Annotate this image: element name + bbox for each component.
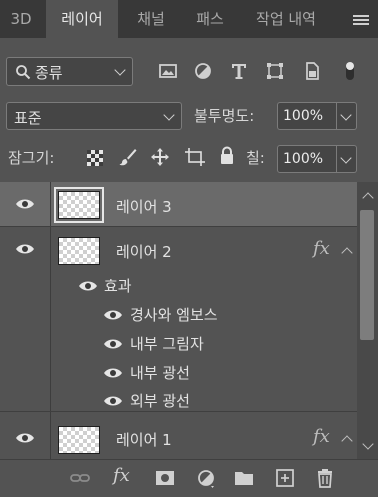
add-layer-style-icon[interactable]: fx: [113, 465, 130, 486]
shape-filter-icon[interactable]: [264, 60, 286, 82]
type-filter-icon[interactable]: [228, 60, 250, 82]
eye-icon[interactable]: [103, 309, 123, 321]
effects-label[interactable]: 효과: [104, 275, 132, 296]
new-group-icon[interactable]: [233, 467, 255, 489]
tab-history[interactable]: 작업 내역: [238, 0, 334, 38]
layer-row[interactable]: 레이어 2 fx: [0, 227, 357, 271]
layers-list: 레이어 3 레이어 2 fx 효과 경사와 엠보스 내부 그림자 내부 광선 외…: [0, 182, 357, 459]
trash-icon[interactable]: [314, 467, 336, 489]
fill-input[interactable]: 100%: [277, 145, 337, 173]
collapse-effects-icon[interactable]: [341, 247, 353, 259]
blend-mode-label: 표준: [14, 109, 42, 127]
filter-kind-label: 종류: [35, 64, 63, 82]
layer-name[interactable]: 레이어 2: [116, 241, 172, 262]
layer-row[interactable]: 레이어 3: [0, 182, 357, 226]
visibility-column: [0, 271, 51, 411]
eye-icon[interactable]: [103, 395, 123, 407]
layer-name[interactable]: 레이어 3: [116, 196, 172, 217]
tab-channels[interactable]: 채널: [120, 0, 182, 38]
new-adjustment-layer-icon[interactable]: [196, 467, 218, 489]
eye-icon[interactable]: [15, 243, 35, 255]
effect-item[interactable]: 내부 그림자: [130, 333, 204, 354]
panel-menu-icon[interactable]: [353, 15, 369, 26]
opacity-dropdown[interactable]: [337, 102, 357, 130]
eye-icon[interactable]: [15, 198, 35, 210]
adjustment-filter-icon[interactable]: [192, 60, 214, 82]
eye-icon[interactable]: [15, 432, 35, 444]
scrollbar-thumb[interactable]: [360, 210, 374, 340]
chevron-down-icon: [114, 64, 126, 76]
expand-effects-icon[interactable]: [341, 435, 353, 447]
fx-icon[interactable]: fx: [313, 426, 330, 447]
fx-icon[interactable]: fx: [313, 238, 330, 259]
new-layer-icon[interactable]: [274, 467, 296, 489]
lock-transparent-pixels-icon[interactable]: [86, 149, 104, 167]
panel-tab-bar: 3D 레이어 채널 패스 작업 내역: [0, 0, 378, 38]
filter-kind-select[interactable]: 종류: [6, 57, 133, 86]
layer-thumbnail[interactable]: [58, 426, 100, 454]
layer-thumbnail[interactable]: [54, 187, 104, 223]
fill-dropdown[interactable]: [337, 145, 357, 173]
lock-artboard-icon[interactable]: [184, 147, 206, 167]
link-layers-icon[interactable]: [69, 467, 91, 489]
eye-icon[interactable]: [103, 338, 123, 350]
fill-label: 칠:: [246, 149, 265, 167]
chevron-down-icon: [340, 109, 352, 121]
tab-3d[interactable]: 3D: [0, 0, 42, 38]
search-icon: [16, 65, 31, 80]
layer-name[interactable]: 레이어 1: [116, 429, 172, 450]
lock-all-icon[interactable]: [219, 146, 235, 166]
layer-row[interactable]: 레이어 1 fx: [0, 412, 357, 459]
effect-item[interactable]: 내부 광선: [130, 362, 190, 383]
tab-layers[interactable]: 레이어: [46, 0, 118, 38]
layer-thumbnail[interactable]: [58, 237, 100, 265]
add-mask-icon[interactable]: [154, 467, 176, 489]
opacity-input[interactable]: 100%: [277, 102, 337, 130]
effect-item[interactable]: 외부 광선: [130, 390, 190, 411]
lock-image-pixels-icon[interactable]: [118, 147, 138, 167]
pixel-filter-icon[interactable]: [157, 60, 179, 82]
lock-label: 잠그기:: [8, 149, 55, 167]
opacity-label: 불투명도:: [194, 107, 255, 125]
chevron-down-icon: [340, 152, 352, 164]
effect-item[interactable]: 경사와 엠보스: [130, 304, 218, 325]
lock-position-icon[interactable]: [150, 147, 170, 167]
eye-icon[interactable]: [103, 367, 123, 379]
eye-icon[interactable]: [78, 280, 98, 292]
chevron-down-icon: [163, 109, 175, 121]
tab-paths[interactable]: 패스: [184, 0, 236, 38]
blend-mode-select[interactable]: 표준: [6, 102, 182, 130]
effects-group: 효과 경사와 엠보스 내부 그림자 내부 광선 외부 광선: [0, 271, 357, 411]
smart-object-filter-icon[interactable]: [301, 60, 323, 82]
filter-toggle-icon[interactable]: [343, 60, 357, 82]
